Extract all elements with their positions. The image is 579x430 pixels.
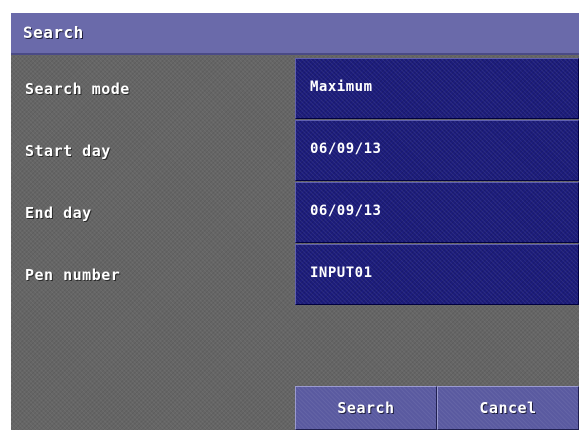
cancel-button[interactable]: Cancel: [437, 386, 579, 430]
end-day-label: End day: [25, 204, 92, 222]
end-day-value: 06/09/13: [310, 203, 382, 219]
search-mode-value: Maximum: [310, 79, 373, 95]
search-dialog: Search Search mode Maximum Start day 06/…: [11, 13, 579, 430]
dialog-title: Search: [23, 23, 84, 42]
pen-number-field[interactable]: INPUT01: [295, 244, 579, 305]
dialog-titlebar: Search: [11, 13, 579, 55]
pen-number-label: Pen number: [25, 266, 121, 284]
search-button[interactable]: Search: [295, 386, 437, 430]
search-mode-label: Search mode: [25, 80, 130, 98]
start-day-field[interactable]: 06/09/13: [295, 120, 579, 181]
start-day-value: 06/09/13: [310, 141, 382, 157]
start-day-label: Start day: [25, 142, 111, 160]
pen-number-value: INPUT01: [310, 265, 373, 281]
search-mode-field[interactable]: Maximum: [295, 58, 579, 119]
end-day-field[interactable]: 06/09/13: [295, 182, 579, 243]
